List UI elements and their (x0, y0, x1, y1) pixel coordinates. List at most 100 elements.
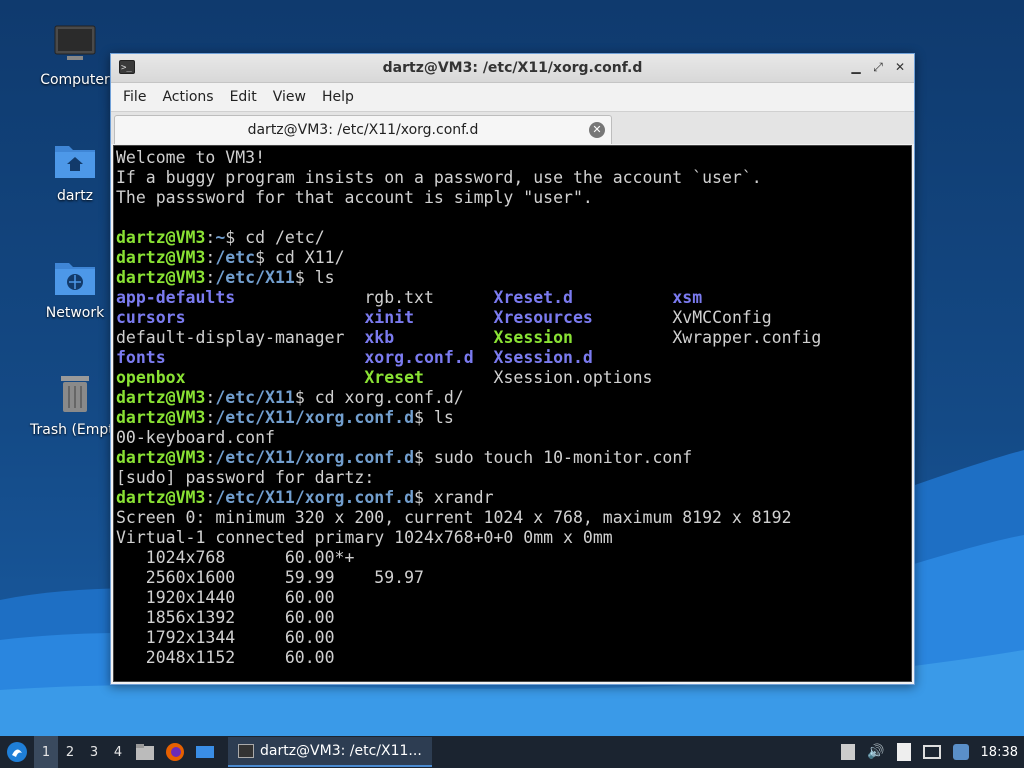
system-tray: 🔊 18:38 (841, 736, 1024, 768)
ls-entry: Xreset (364, 368, 424, 387)
ls-entry: xsm (672, 288, 703, 307)
prompt-path: /etc/X11/xorg.conf.d (215, 448, 415, 467)
task-label: dartz@VM3: /etc/X11... (260, 743, 422, 759)
prompt-user: dartz@VM3 (116, 408, 206, 427)
desktop-icon-label: Computer (40, 72, 110, 88)
command-text: cd X11/ (274, 248, 345, 267)
xrandr-mode-line: 2560x1600 59.99 59.97 (116, 568, 424, 587)
close-button[interactable]: ✕ (892, 59, 908, 75)
ls-entry: xinit (364, 308, 415, 327)
update-tray-icon[interactable] (952, 744, 969, 760)
menu-actions[interactable]: Actions (154, 89, 221, 105)
tab-title: dartz@VM3: /etc/X11/xorg.conf.d (247, 122, 479, 138)
desktop-icon-home[interactable]: dartz (30, 138, 120, 204)
taskbar: 1 2 3 4 dartz@VM3: /etc/X11... 🔊 18:38 (0, 736, 1024, 768)
ls-listing: app-defaults rgb.txt Xreset.d xsm cursor… (116, 288, 821, 387)
desktop-icon-label: Network (45, 305, 105, 321)
desktop-icon-label: Trash (Empty) (30, 422, 128, 438)
prompt-user: dartz@VM3 (116, 448, 206, 467)
menu-help[interactable]: Help (314, 89, 362, 105)
computer-icon (53, 22, 97, 66)
ls-entry: xkb (364, 328, 395, 347)
xrandr-mode-line: 1792x1344 60.00 (116, 628, 335, 647)
ls-entry: Xwrapper.config (672, 328, 822, 347)
menubar: File Actions Edit View Help (111, 83, 914, 111)
trash-icon (53, 372, 97, 416)
ls-entry: cursors (116, 308, 186, 327)
menu-edit[interactable]: Edit (222, 89, 265, 105)
prompt-user: dartz@VM3 (116, 248, 206, 267)
command-text: cd xorg.conf.d/ (314, 388, 464, 407)
desktop-show-icon[interactable] (190, 736, 220, 768)
screenshot-tray-icon[interactable] (841, 744, 856, 760)
workspace-4[interactable]: 4 (106, 736, 130, 768)
minimize-button[interactable]: ▁ (848, 59, 864, 75)
workspace-2[interactable]: 2 (58, 736, 82, 768)
window-titlebar[interactable]: >_ dartz@VM3: /etc/X11/xorg.conf.d ▁ ⤢ ✕ (111, 54, 914, 83)
terminal-window[interactable]: >_ dartz@VM3: /etc/X11/xorg.conf.d ▁ ⤢ ✕… (110, 53, 915, 685)
ls-entry: openbox (116, 368, 186, 387)
command-text: xrandr (433, 488, 494, 507)
prompt-path: /etc/X11/xorg.conf.d (215, 488, 415, 507)
clipboard-icon[interactable] (896, 743, 911, 761)
start-menu-button[interactable] (0, 736, 34, 768)
desktop-icon-label: dartz (56, 188, 94, 204)
menu-view[interactable]: View (265, 89, 314, 105)
prompt-path: /etc/X11 (215, 388, 295, 407)
ls-entry: default-display-manager (116, 328, 345, 347)
command-text: ls (433, 408, 454, 427)
ls-entry: rgb.txt (364, 288, 434, 307)
ls-entry: xorg.conf.d (364, 348, 474, 367)
maximize-button[interactable]: ⤢ (870, 59, 886, 75)
workspace-3[interactable]: 3 (82, 736, 106, 768)
command-text: ls (314, 268, 335, 287)
network-tray-icon[interactable] (922, 745, 941, 759)
ls-entry: Xsession (493, 328, 573, 347)
ls-entry: app-defaults (116, 288, 236, 307)
taskbar-task-terminal[interactable]: dartz@VM3: /etc/X11... (228, 737, 432, 767)
ls-entry: Xsession.options (493, 368, 653, 387)
file-manager-icon[interactable] (130, 736, 160, 768)
xrandr-mode-line: 1856x1392 60.00 (116, 608, 335, 627)
tab-close-icon[interactable]: ✕ (589, 122, 605, 138)
ls-entry: fonts (116, 348, 166, 367)
prompt-path: /etc/X11/xorg.conf.d (215, 408, 415, 427)
prompt-path: /etc/X11 (215, 268, 295, 287)
lubuntu-logo-icon (7, 742, 27, 762)
firefox-icon[interactable] (160, 736, 190, 768)
terminal-line: The passsword for that account is simply… (116, 188, 593, 207)
window-title: dartz@VM3: /etc/X11/xorg.conf.d (382, 60, 643, 76)
terminal-line: Welcome to VM3! (116, 148, 266, 167)
prompt-user: dartz@VM3 (116, 228, 206, 247)
xrandr-output-line: Virtual-1 connected primary 1024x768+0+0… (116, 528, 613, 547)
desktop-icon-trash[interactable]: Trash (Empty) (30, 372, 128, 438)
xrandr-mode-line: 2048x1152 60.00 (116, 648, 335, 667)
volume-icon[interactable]: 🔊 (867, 744, 884, 760)
sudo-prompt: [sudo] password for dartz: (116, 468, 375, 487)
clock[interactable]: 18:38 (981, 745, 1018, 760)
ls-entry: Xresources (493, 308, 593, 327)
prompt-path: /etc (215, 248, 256, 267)
terminal-tab[interactable]: dartz@VM3: /etc/X11/xorg.conf.d ✕ (114, 115, 612, 144)
workspace-1[interactable]: 1 (34, 736, 58, 768)
terminal-line: If a buggy program insists on a password… (116, 168, 762, 187)
xrandr-mode-line: 1920x1440 60.00 (116, 588, 335, 607)
command-text: cd /etc/ (245, 228, 325, 247)
home-folder-icon (53, 138, 97, 182)
terminal-output[interactable]: Welcome to VM3! If a buggy program insis… (113, 145, 912, 682)
xrandr-mode-line: 1024x768 60.00*+ (116, 548, 355, 567)
prompt-user: dartz@VM3 (116, 488, 206, 507)
terminal-app-icon[interactable]: >_ (119, 60, 135, 74)
prompt-path: ~ (215, 228, 226, 247)
ls-entry: Xsession.d (493, 348, 593, 367)
terminal-small-icon (238, 744, 254, 758)
ls-entry-file: 00-keyboard.conf (116, 428, 275, 447)
command-text: sudo touch 10-monitor.conf (433, 448, 693, 467)
menu-file[interactable]: File (115, 89, 154, 105)
tab-bar: dartz@VM3: /etc/X11/xorg.conf.d ✕ (111, 111, 914, 144)
network-folder-icon (53, 255, 97, 299)
prompt-user: dartz@VM3 (116, 388, 206, 407)
xrandr-screen-line: Screen 0: minimum 320 x 200, current 102… (116, 508, 792, 527)
desktop-icon-computer[interactable]: Computer (30, 22, 120, 88)
desktop-icon-network[interactable]: Network (30, 255, 120, 321)
